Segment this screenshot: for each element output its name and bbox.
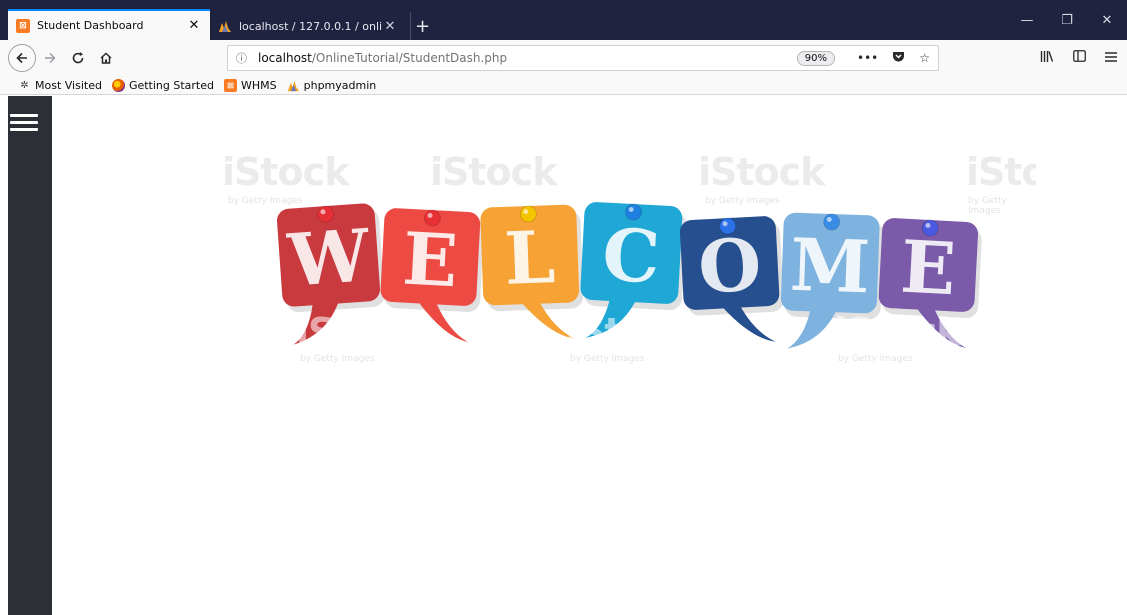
minimize-button[interactable]: — (1007, 13, 1047, 28)
sidebar-toggle-icon[interactable] (1063, 50, 1095, 66)
xampp-icon: ⊠ (16, 18, 30, 33)
library-icon[interactable] (1031, 50, 1063, 67)
gear-icon: ✲ (20, 79, 29, 91)
bookmark-label: WHMS (241, 78, 277, 92)
pushpin-icon (719, 217, 737, 235)
home-icon (100, 52, 112, 64)
window-close-button[interactable]: ✕ (1087, 13, 1127, 28)
pushpin-icon (423, 209, 441, 227)
hamburger-menu-icon[interactable] (10, 114, 38, 132)
watermark-subtext: by Getty Images (570, 354, 645, 364)
watermark-text: iStock (430, 150, 557, 194)
bookmark-whms[interactable]: ⊠ WHMS (224, 78, 277, 92)
bookmark-phpmyadmin[interactable]: phpmyadmin (287, 78, 377, 92)
bookmark-label: Getting Started (128, 78, 214, 92)
watermark-subtext: by Getty Images (838, 354, 913, 364)
page-edge (0, 96, 8, 615)
zoom-indicator[interactable]: 90% (796, 50, 835, 66)
firefox-icon (111, 78, 125, 92)
watermark-text: iStock (222, 150, 349, 194)
bookmark-label: phpmyadmin (303, 78, 377, 92)
watermark-text: iStock (566, 310, 693, 354)
bookmarks-toolbar: ✲ Most Visited Getting Started ⊠ WHMS ph… (0, 76, 1127, 95)
welcome-letter: W (284, 212, 373, 303)
welcome-letter: M (789, 222, 872, 310)
tab-phpmyadmin[interactable]: localhost / 127.0.0.1 / onlinetut ✕ (210, 12, 406, 40)
reload-button[interactable] (64, 44, 92, 72)
welcome-letter: O (696, 221, 763, 309)
watermark-text: iStock (698, 150, 825, 194)
arrow-right-icon (45, 53, 56, 63)
welcome-letter: E (899, 224, 958, 312)
watermark-subtext: by Getty Images (300, 354, 375, 364)
restore-button[interactable]: ❐ (1047, 13, 1087, 28)
welcome-bubble: O (679, 216, 784, 342)
url-path: /OnlineTutorial/StudentDash.php (311, 51, 508, 65)
bookmark-most-visited[interactable]: ✲ Most Visited (18, 79, 102, 92)
url-host: localhost (258, 51, 312, 65)
watermark-text: iStock (834, 310, 961, 354)
tab-bar: ⊠ Student Dashboard ✕ localhost / 127.0.… (0, 0, 1127, 40)
watermark-text: iStock (296, 310, 423, 354)
welcome-letter: E (401, 216, 460, 304)
xampp-icon: ⊠ (224, 78, 237, 92)
more-icon[interactable]: ••• (857, 51, 878, 66)
nav-toolbar: ⓘ localhost/OnlineTutorial/StudentDash.p… (0, 40, 1127, 76)
tab-student-dashboard[interactable]: ⊠ Student Dashboard ✕ (8, 9, 210, 40)
watermark-text: iStock (966, 150, 1036, 194)
menu-icon[interactable] (1095, 51, 1127, 66)
arrow-left-icon (16, 52, 27, 64)
pushpin-icon (519, 205, 537, 223)
close-icon[interactable]: ✕ (186, 18, 202, 33)
reload-icon (72, 52, 84, 64)
pushpin-icon (921, 219, 939, 237)
page-actions: ••• ☆ (857, 51, 930, 66)
bookmark-star-icon[interactable]: ☆ (919, 51, 930, 66)
bookmark-label: Most Visited (35, 78, 102, 92)
forward-button[interactable] (36, 44, 64, 72)
close-icon[interactable]: ✕ (382, 19, 398, 34)
new-tab-button[interactable]: + (410, 12, 434, 40)
pocket-icon[interactable] (892, 51, 905, 66)
welcome-letter: L (503, 214, 557, 301)
window-controls: — ❐ ✕ (1007, 0, 1127, 40)
info-icon[interactable]: ⓘ (236, 50, 252, 66)
browser-window: ⊠ Student Dashboard ✕ localhost / 127.0.… (0, 0, 1127, 615)
dashboard-sidebar (8, 96, 52, 615)
home-button[interactable] (92, 44, 120, 72)
toolbar-right (1031, 40, 1127, 76)
pushpin-icon (625, 203, 643, 221)
tab-title: Student Dashboard (37, 19, 144, 32)
back-button[interactable] (8, 44, 36, 72)
pushpin-icon (317, 205, 335, 223)
address-bar[interactable]: ⓘ localhost/OnlineTutorial/StudentDash.p… (227, 45, 939, 71)
tab-title: localhost / 127.0.0.1 / onlinetut (239, 19, 382, 33)
phpmyadmin-icon (287, 79, 300, 92)
pushpin-icon (823, 213, 841, 231)
bookmark-getting-started[interactable]: Getting Started (111, 78, 214, 92)
phpmyadmin-icon (218, 19, 232, 33)
welcome-letter: C (600, 212, 662, 300)
